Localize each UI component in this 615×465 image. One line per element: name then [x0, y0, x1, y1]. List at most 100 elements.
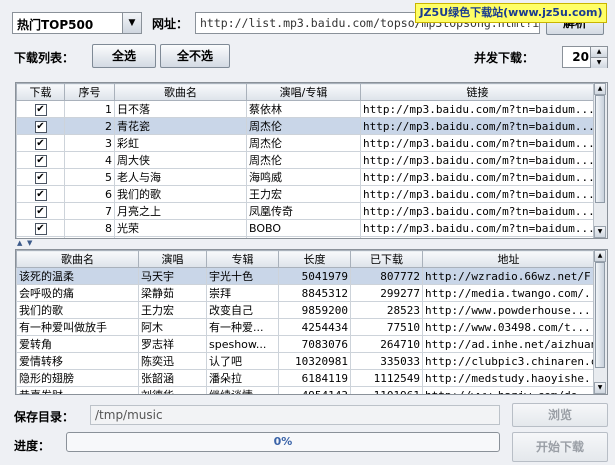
scroll-up-icon[interactable]: ▲ — [594, 250, 606, 262]
pane-splitter[interactable]: ▲ ▼ — [15, 239, 608, 247]
dl-artist: 罗志祥 — [138, 335, 207, 353]
dl-length: 7083076 — [278, 335, 351, 353]
spinner-up-icon[interactable]: ▲ — [590, 47, 607, 57]
song-artist: BOBO — [246, 219, 361, 237]
scroll-down-icon[interactable]: ▼ — [594, 226, 606, 238]
song-link: http://mp3.baidu.com/m?tn=baidum... — [360, 202, 595, 220]
dl-artist: 张韶涵 — [138, 369, 207, 387]
download-checkbox[interactable]: ✔ — [16, 219, 65, 237]
song-list-scrollbar[interactable]: ▲ ▼ — [593, 83, 607, 238]
select-none-button[interactable]: 全不选 — [160, 44, 230, 68]
dl-length: 10320981 — [278, 352, 351, 370]
download-checkbox[interactable]: ✔ — [16, 134, 65, 152]
dl-artist: 阿木 — [138, 318, 207, 336]
check-icon[interactable]: ✔ — [34, 223, 47, 235]
table-row[interactable]: ✔ 6 我们的歌 王力宏 http://mp3.baidu.com/m?tn=baidu… — [16, 185, 595, 203]
table-row[interactable]: ✔ 4 周大侠 周杰伦 http://mp3.baidu.com/m?tn=baidum… — [16, 151, 595, 169]
download-checkbox[interactable]: ✔ — [16, 185, 65, 203]
check-icon[interactable]: ✔ — [34, 121, 47, 133]
song-link: http://mp3.baidu.com/m?tn=baidum... — [360, 185, 595, 203]
save-dir-input[interactable]: /tmp/music — [90, 405, 500, 425]
table-row[interactable]: 爱情转移 陈奕迅 认了吧 10320981 335033 http://clubpic3.… — [16, 352, 595, 370]
download-checkbox[interactable]: ✔ — [16, 151, 65, 169]
dl-url: http://www.powderhouse.... — [422, 301, 595, 319]
chevron-down-icon[interactable]: ▼ — [122, 13, 141, 33]
dl-length: 9859200 — [278, 301, 351, 319]
list-source-combo[interactable]: 热门TOP500 ▼ — [12, 12, 142, 34]
song-artist: 周杰伦 — [246, 151, 361, 169]
scroll-down-icon[interactable]: ▼ — [594, 382, 606, 394]
table-row[interactable]: ✔ 1 日不落 蔡依林 http://mp3.baidu.com/m?tn=baidum… — [16, 100, 595, 118]
table-row[interactable]: 我们的歌 王力宏 改变自己 9859200 28523 http://www.powder… — [16, 301, 595, 319]
col-index[interactable]: 序号 — [64, 83, 115, 101]
table-row[interactable]: ✔ 2 青花瓷 周杰伦 http://mp3.baidu.com/m?tn=baidum… — [16, 117, 595, 135]
dl-url: http://www.hazjw.com/do... — [422, 386, 595, 394]
concurrent-spinner[interactable]: 20 ▲ ▼ — [562, 46, 608, 68]
table-row[interactable]: 有一种爱叫做放手 阿木 有一种爱... 4254434 77510 http://www.… — [16, 318, 595, 336]
dl-title: 有一种爱叫做放手 — [16, 318, 139, 336]
dl-length: 4254434 — [278, 318, 351, 336]
table-row[interactable]: ✔ 7 月亮之上 凤凰传奇 http://mp3.baidu.com/m?tn=baid… — [16, 202, 595, 220]
spinner-down-icon[interactable]: ▼ — [590, 57, 607, 68]
download-checkbox[interactable]: ✔ — [16, 117, 65, 135]
url-label: 网址： — [152, 17, 189, 31]
progress-text: 0% — [273, 435, 293, 448]
scroll-thumb[interactable] — [595, 95, 605, 203]
dl-length: 4954143 — [278, 386, 351, 394]
check-icon[interactable]: ✔ — [34, 206, 47, 218]
song-link: http://mp3.baidu.com/m?tn=baidum... — [360, 168, 595, 186]
table-row[interactable]: 爱转角 罗志祥 speshow... 7083076 264710 http://ad.i… — [16, 335, 595, 353]
dl-length: 6184119 — [278, 369, 351, 387]
col-downloaded[interactable]: 已下载 — [350, 250, 423, 268]
dl-album: 认了吧 — [206, 352, 279, 370]
song-index: 2 — [64, 117, 115, 135]
dl-downloaded: 299277 — [350, 284, 423, 302]
table-row[interactable]: ✔ 5 老人与海 海鸣威 http://mp3.baidu.com/m?tn=baidu… — [16, 168, 595, 186]
col-album[interactable]: 专辑 — [206, 250, 279, 268]
save-dir-label: 保存目录： — [14, 410, 75, 424]
col-download[interactable]: 下载 — [16, 83, 65, 101]
download-checkbox[interactable]: ✔ — [16, 100, 65, 118]
download-list-scrollbar[interactable]: ▲ ▼ — [593, 250, 607, 394]
dl-downloaded: 264710 — [350, 335, 423, 353]
table-row[interactable]: 该死的温柔 马天宇 宇光十色 5041979 807772 http://wzradio.… — [16, 267, 595, 285]
dl-artist: 王力宏 — [138, 301, 207, 319]
col-link[interactable]: 链接 — [360, 83, 595, 101]
song-title: 青花瓷 — [114, 117, 247, 135]
table-row[interactable]: ✔ 8 光荣 BOBO http://mp3.baidu.com/m?tn=baidum… — [16, 219, 595, 237]
browse-button[interactable]: 浏览 — [512, 403, 608, 427]
splitter-up-icon[interactable]: ▲ — [17, 239, 22, 247]
download-checkbox[interactable]: ✔ — [16, 168, 65, 186]
scroll-up-icon[interactable]: ▲ — [594, 83, 606, 95]
table-row[interactable]: 隐形的翅膀 张韶涵 潘朵拉 6184119 1112549 http://medstudy… — [16, 369, 595, 387]
col-title[interactable]: 歌曲名 — [114, 83, 247, 101]
table-row[interactable]: ✔ 3 彩虹 周杰伦 http://mp3.baidu.com/m?tn=baidum.… — [16, 134, 595, 152]
col-singer[interactable]: 演唱 — [138, 250, 207, 268]
dl-url: http://www.03498.com/t... — [422, 318, 595, 336]
check-icon[interactable]: ✔ — [34, 155, 47, 167]
check-icon[interactable]: ✔ — [34, 104, 47, 116]
download-list-label: 下载列表： — [14, 51, 75, 65]
concurrent-label: 并发下载： — [474, 51, 535, 65]
song-table: 下载 序号 歌曲名 演唱/专辑 链接 ✔ 1 日不落 蔡依林 http://mp3.ba… — [16, 83, 595, 238]
dl-title: 恭喜发财 — [16, 386, 139, 394]
col-length[interactable]: 长度 — [278, 250, 351, 268]
scroll-thumb[interactable] — [595, 262, 605, 368]
dl-downloaded: 77510 — [350, 318, 423, 336]
table-row[interactable]: 会呼吸的痛 梁静茹 崇拜 8845312 299277 http://media.twan… — [16, 284, 595, 302]
col-song[interactable]: 歌曲名 — [16, 250, 139, 268]
download-checkbox[interactable]: ✔ — [16, 202, 65, 220]
song-artist: 海鸣威 — [246, 168, 361, 186]
check-icon[interactable]: ✔ — [34, 172, 47, 184]
select-all-button[interactable]: 全选 — [92, 44, 156, 68]
col-artist[interactable]: 演唱/专辑 — [246, 83, 361, 101]
check-icon[interactable]: ✔ — [34, 189, 47, 201]
table-row[interactable]: 恭喜发财刘德华继续谈情49541431101961http://www.hazj… — [16, 386, 595, 394]
splitter-down-icon[interactable]: ▼ — [27, 239, 32, 247]
dl-album: 继续谈情 — [206, 386, 279, 394]
check-icon[interactable]: ✔ — [34, 138, 47, 150]
col-address[interactable]: 地址 — [422, 250, 595, 268]
song-artist: 凤凰传奇 — [246, 202, 361, 220]
dl-album: 潘朵拉 — [206, 369, 279, 387]
start-download-button[interactable]: 开始下载 — [512, 432, 608, 462]
